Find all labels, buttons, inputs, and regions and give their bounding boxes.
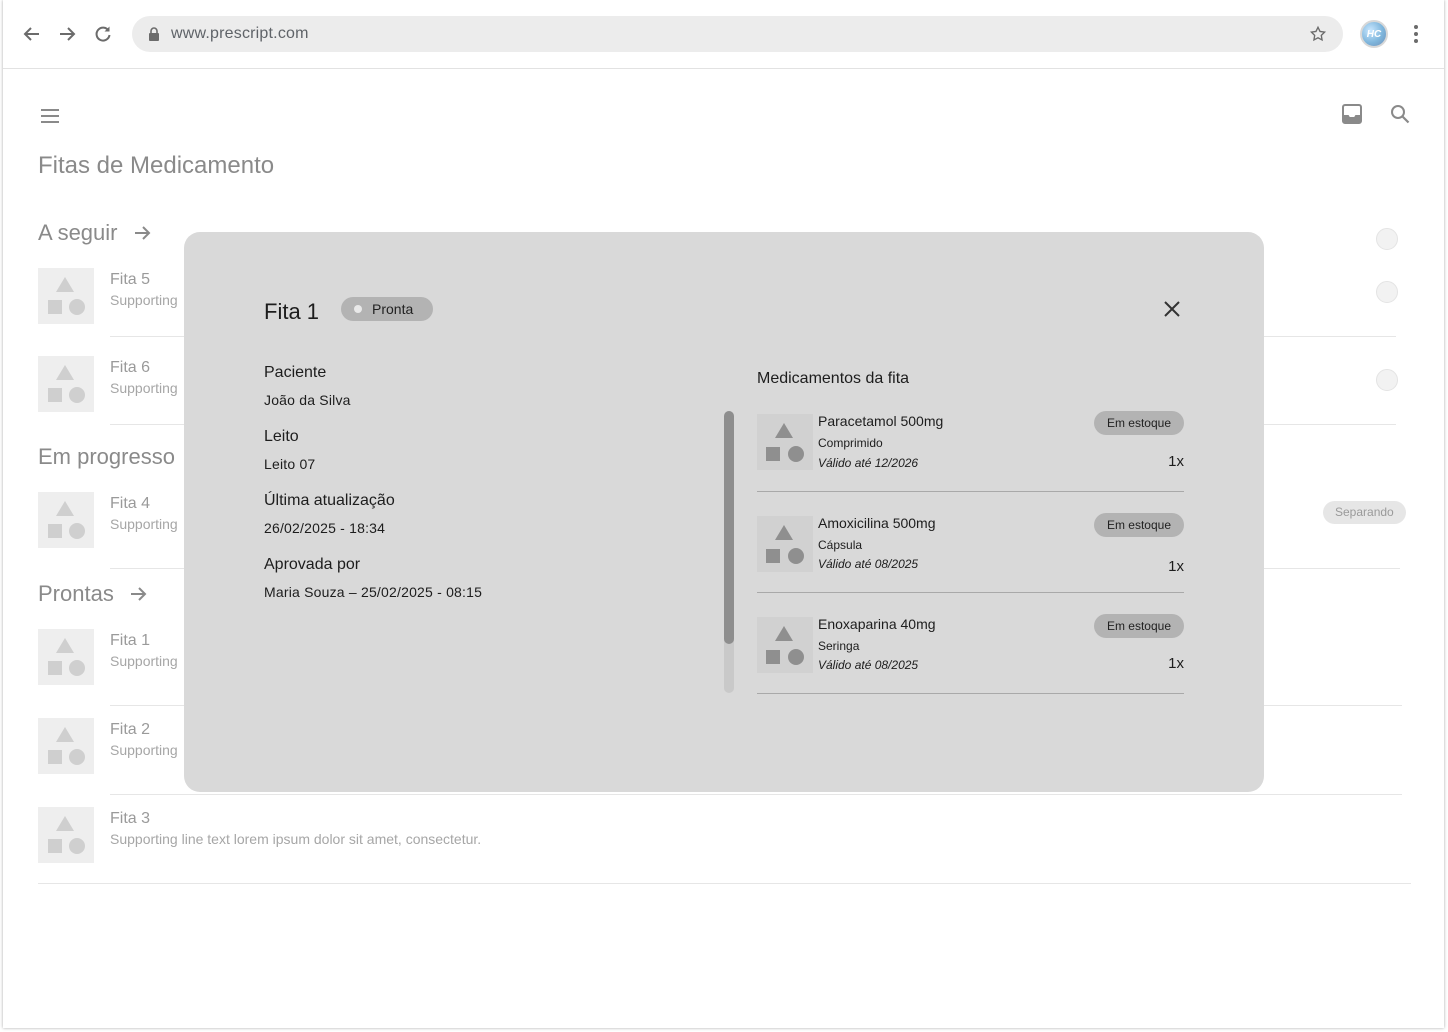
med-name: Amoxicilina 500mg xyxy=(818,515,936,531)
dialog-title: Fita 1 xyxy=(264,299,320,324)
list-item-subtitle: Supporting xyxy=(110,742,178,758)
list-item-subtitle: Supporting line text lorem ipsum dolor s… xyxy=(110,831,482,847)
section-in-progress-title: Em progresso xyxy=(38,444,175,470)
med-form: Seringa xyxy=(818,639,860,653)
status-label: Pronta xyxy=(372,301,414,317)
med-form: Cápsula xyxy=(818,538,863,552)
bed-label: Leito xyxy=(264,428,299,445)
med-quantity: 1x xyxy=(1168,655,1184,672)
section-ready-label: Prontas xyxy=(38,581,114,606)
image-placeholder-icon xyxy=(757,516,813,572)
list-item-title: Fita 4 xyxy=(110,495,151,512)
approved-by-value: Maria Souza – 25/02/2025 - 08:15 xyxy=(264,584,483,600)
divider xyxy=(110,794,1402,795)
status-badge: Pronta xyxy=(341,297,433,321)
close-icon[interactable] xyxy=(1159,296,1185,322)
list-item-subtitle: Supporting xyxy=(110,653,178,669)
patient-value: João da Silva xyxy=(264,392,351,408)
lock-icon xyxy=(148,27,160,46)
med-form: Comprimido xyxy=(818,436,883,450)
list-item-subtitle: Supporting xyxy=(110,516,178,532)
stock-badge: Em estoque xyxy=(1093,411,1184,435)
stock-badge: Em estoque xyxy=(1093,513,1184,537)
approved-by-label: Aprovada por xyxy=(264,556,361,573)
divider xyxy=(757,693,1184,694)
reload-icon[interactable] xyxy=(91,22,115,46)
divider xyxy=(757,491,1184,492)
list-item[interactable]: Fita 3 Supporting line text lorem ipsum … xyxy=(38,807,1398,863)
med-item[interactable]: Enoxaparina 40mg Seringa Válido até 08/2… xyxy=(757,614,1184,715)
image-placeholder-icon xyxy=(757,617,813,673)
meds-title: Medicamentos da fita xyxy=(757,370,910,387)
avatar[interactable]: HC xyxy=(1360,20,1388,48)
divider xyxy=(38,883,1411,884)
radio-button[interactable] xyxy=(1376,228,1398,250)
med-quantity: 1x xyxy=(1168,558,1184,575)
stock-badge: Em estoque xyxy=(1093,614,1184,638)
section-next-label: A seguir xyxy=(38,220,118,245)
address-bar[interactable]: www.prescript.com xyxy=(132,16,1343,52)
list-item-subtitle: Supporting xyxy=(110,292,178,308)
list-item-subtitle: Supporting xyxy=(110,380,178,396)
med-validity: Válido até 12/2026 xyxy=(818,456,919,470)
section-in-progress-label: Em progresso xyxy=(38,444,175,469)
image-placeholder-icon xyxy=(38,718,94,774)
back-arrow-icon[interactable] xyxy=(20,22,44,46)
med-item[interactable]: Paracetamol 500mg Comprimido Válido até … xyxy=(757,411,1184,512)
list-item-title: Fita 3 xyxy=(110,810,151,827)
url-text[interactable]: www.prescript.com xyxy=(171,25,309,43)
search-icon[interactable] xyxy=(1389,103,1411,130)
divider xyxy=(757,592,1184,593)
inbox-icon[interactable] xyxy=(1341,103,1363,130)
image-placeholder-icon xyxy=(757,414,813,470)
list-item-title: Fita 1 xyxy=(110,632,151,649)
radio-button[interactable] xyxy=(1376,281,1398,303)
med-validity: Válido até 08/2025 xyxy=(818,557,919,571)
last-update-value: 26/02/2025 - 18:34 xyxy=(264,520,386,536)
menu-icon[interactable] xyxy=(39,105,61,132)
detail-dialog: Fita 1 Pronta Paciente João da Silva Lei… xyxy=(184,232,1264,792)
med-name: Paracetamol 500mg xyxy=(818,413,944,429)
list-item-title: Fita 6 xyxy=(110,359,151,376)
arrow-right-icon[interactable] xyxy=(128,584,148,604)
image-placeholder-icon xyxy=(38,356,94,412)
image-placeholder-icon xyxy=(38,268,94,324)
list-item-title: Fita 5 xyxy=(110,271,151,288)
browser-toolbar: www.prescript.com HC xyxy=(3,0,1444,69)
bed-value: Leito 07 xyxy=(264,456,316,472)
page-title: Fitas de Medicamento xyxy=(38,152,275,179)
arrow-right-icon[interactable] xyxy=(132,223,152,243)
status-badge: Separando xyxy=(1323,501,1406,524)
list-item-title: Fita 2 xyxy=(110,721,151,738)
med-validity: Válido até 08/2025 xyxy=(818,658,919,672)
image-placeholder-icon xyxy=(38,807,94,863)
last-update-label: Última atualização xyxy=(264,492,395,509)
browser-window: www.prescript.com HC Fitas de Medicament… xyxy=(3,0,1444,1028)
radio-button[interactable] xyxy=(1376,369,1398,391)
section-ready-title[interactable]: Prontas xyxy=(38,581,148,607)
forward-arrow-icon[interactable] xyxy=(55,22,79,46)
image-placeholder-icon xyxy=(38,629,94,685)
med-name: Enoxaparina 40mg xyxy=(818,616,936,632)
med-quantity: 1x xyxy=(1168,453,1184,470)
section-next-title[interactable]: A seguir xyxy=(38,220,152,246)
status-dot-icon xyxy=(354,305,362,313)
image-placeholder-icon xyxy=(38,492,94,548)
scrollbar-thumb[interactable] xyxy=(724,411,734,644)
med-item[interactable]: Amoxicilina 500mg Cápsula Válido até 08/… xyxy=(757,513,1184,614)
more-vert-icon[interactable] xyxy=(1404,22,1428,46)
patient-label: Paciente xyxy=(264,364,327,381)
star-icon[interactable] xyxy=(1309,25,1327,48)
